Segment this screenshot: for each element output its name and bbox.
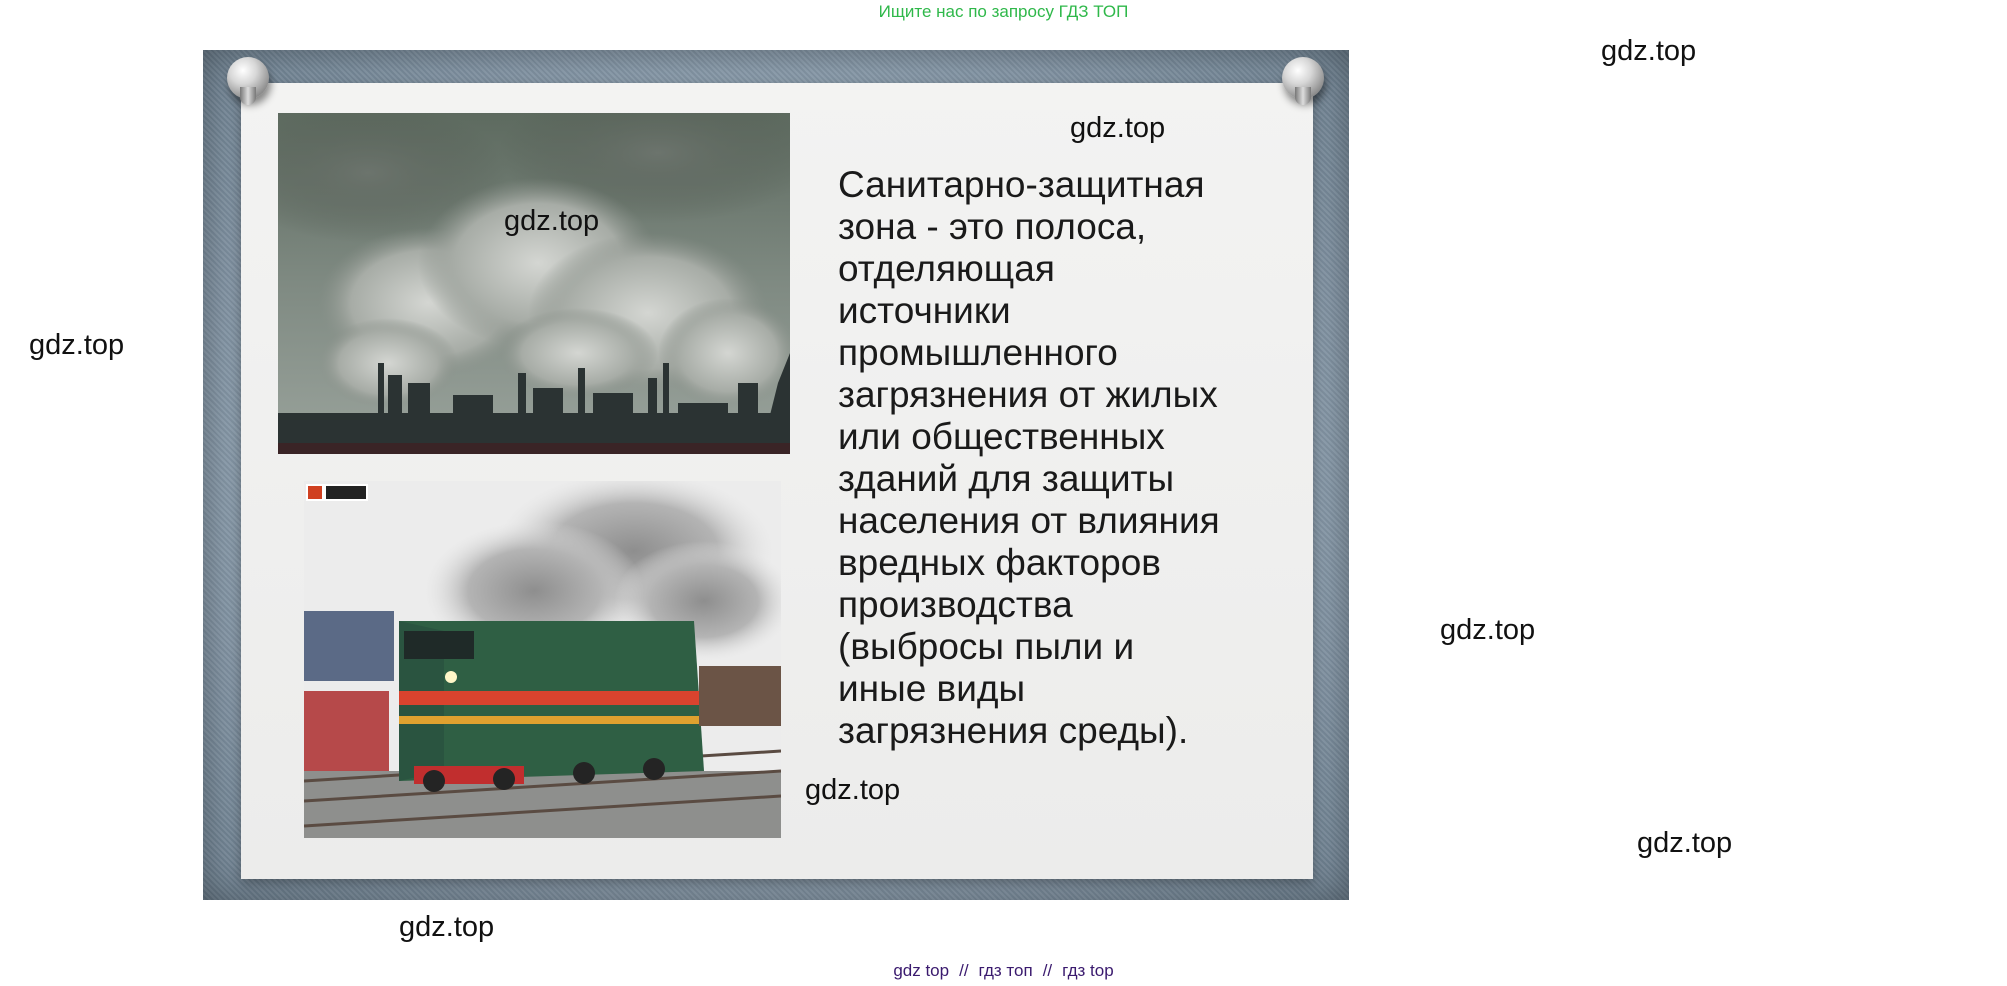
watermark-text: gdz.top — [399, 911, 495, 943]
watermark-text: gdz.top — [1070, 112, 1166, 144]
factory-smoke-photo — [278, 113, 790, 454]
search-banner: Ищите нас по запросу ГДЗ ТОП — [878, 2, 1129, 21]
locomotive-photo — [304, 481, 781, 838]
link-separator: // — [1042, 961, 1053, 980]
footer-link[interactable]: gdz top — [893, 961, 949, 980]
watermark-text: gdz.top — [1637, 827, 1733, 859]
pushpin-icon — [227, 57, 269, 105]
watermark-text: gdz.top — [1440, 614, 1536, 646]
footer-link[interactable]: гдз top — [1062, 961, 1114, 980]
watermark-text: gdz.top — [805, 774, 901, 806]
watermark-text: gdz.top — [29, 329, 125, 361]
slide-definition-text: Санитарно-защитная зона - это полоса, от… — [838, 164, 1220, 751]
watermark-text: gdz.top — [1601, 35, 1697, 67]
pushpin-icon — [1282, 57, 1324, 105]
watermark-text: gdz.top — [504, 205, 600, 237]
link-separator: // — [959, 961, 969, 980]
page: Ищите нас по запросу ГДЗ ТОП Санитарно-з… — [0, 0, 2007, 986]
footer-links: gdz top // гдз топ // гдз top — [0, 961, 2007, 981]
footer-link[interactable]: гдз топ — [979, 961, 1033, 980]
